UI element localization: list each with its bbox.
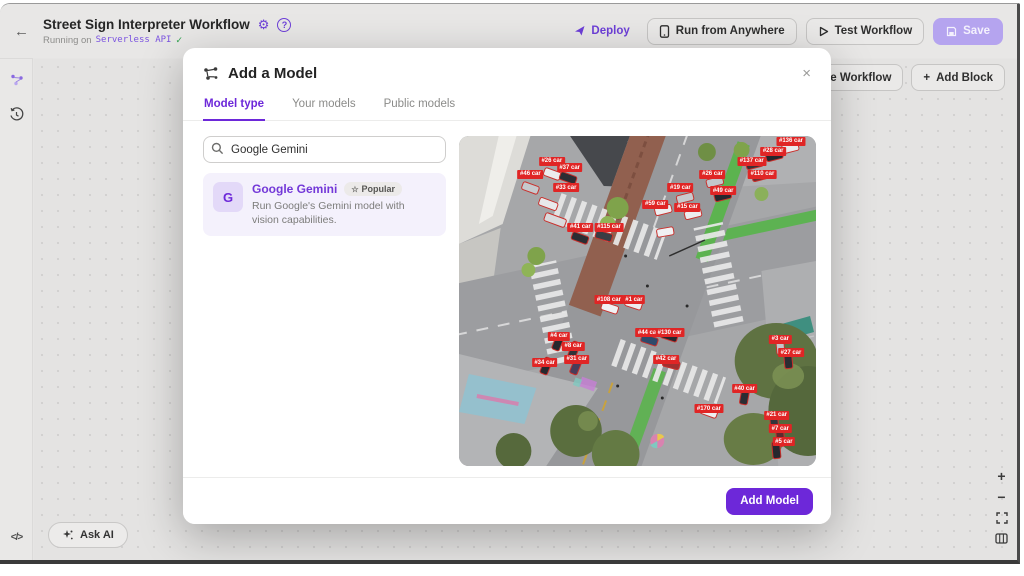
left-sidebar: </>	[0, 58, 33, 560]
deploy-button[interactable]: Deploy	[566, 19, 637, 43]
popular-badge-label: Popular	[361, 184, 396, 194]
workflow-status: Running on Serverless API ✓	[43, 35, 291, 46]
ask-ai-label: Ask AI	[80, 529, 114, 541]
model-search-column: G Google Gemini ☆ Popular Run Google's G…	[203, 136, 446, 466]
detection-label: #46 car	[517, 169, 544, 179]
save-icon	[947, 26, 957, 36]
add-model-modal: Add a Model × Model type Your models Pub…	[183, 48, 831, 524]
model-network-icon	[204, 66, 218, 80]
model-preview-image: #26 car #37 car #46 car #33 car #41 car #115 …	[459, 136, 816, 466]
workflow-title: Street Sign Interpreter Workflow	[43, 17, 250, 32]
deploy-label: Deploy	[591, 25, 630, 37]
zoom-out-button[interactable]: −	[997, 490, 1005, 504]
detection-label: #19 car	[667, 183, 694, 193]
test-workflow-label: Test Workflow	[834, 25, 913, 37]
detection-label: #41 car	[567, 222, 594, 232]
modal-body: G Google Gemini ☆ Popular Run Google's G…	[183, 121, 831, 466]
detection-label: #170 car	[694, 404, 724, 414]
add-model-button[interactable]: Add Model	[726, 487, 813, 515]
modal-footer: Add Model	[183, 477, 831, 524]
detection-label: #8 car	[562, 341, 585, 351]
star-icon: ☆	[351, 184, 359, 194]
add-block-label: Add Block	[936, 71, 993, 84]
run-from-anywhere-button[interactable]: Run from Anywhere	[646, 17, 797, 45]
detection-label: #42 car	[653, 354, 679, 364]
back-arrow-icon[interactable]: ←	[14, 23, 29, 40]
detection-label: #3 car	[769, 334, 792, 344]
detection-label: #137 car	[737, 156, 767, 166]
ask-ai-button[interactable]: Ask AI	[48, 522, 128, 548]
search-icon	[211, 142, 224, 155]
minimap-icon[interactable]	[995, 533, 1008, 544]
play-icon	[819, 26, 828, 36]
plus-icon: +	[923, 71, 931, 84]
detection-label: #31 car	[563, 354, 590, 364]
running-on-label: Running on	[43, 34, 92, 46]
paper-plane-icon	[575, 26, 585, 36]
tab-model-type[interactable]: Model type	[203, 92, 266, 121]
save-label: Save	[963, 25, 990, 37]
detection-label: #4 car	[547, 331, 571, 341]
close-icon[interactable]: ×	[802, 66, 811, 81]
header-actions: Deploy Run from Anywhere Test Workflow S…	[566, 17, 1003, 45]
model-description: Run Google's Gemini model with vision ca…	[252, 200, 405, 227]
settings-gear-icon[interactable]: ⚙	[258, 17, 270, 33]
detection-label: #110 car	[748, 169, 777, 179]
history-icon[interactable]	[0, 99, 33, 129]
detection-label: #115 car	[594, 222, 624, 232]
detection-label: #108 car	[594, 295, 624, 305]
model-avatar: G	[213, 182, 243, 212]
phone-icon	[659, 24, 669, 38]
zoom-controls: + −	[995, 469, 1008, 544]
detection-label: #34 car	[531, 358, 558, 367]
modal-title: Add a Model	[228, 65, 318, 82]
detection-label: #136 car	[776, 136, 806, 146]
model-name: Google Gemini	[252, 182, 338, 196]
detection-label: #27 car	[778, 348, 804, 358]
tab-your-models[interactable]: Your models	[291, 92, 357, 120]
detection-label: #130 car	[655, 328, 685, 338]
detection-label: #40 car	[731, 384, 758, 394]
status-check-icon: ✓	[175, 34, 184, 45]
detection-label: #15 car	[674, 202, 701, 212]
modal-header: Add a Model ×	[183, 48, 831, 92]
workflow-title-block: Street Sign Interpreter Workflow ⚙ ? Run…	[43, 17, 292, 46]
add-block-button[interactable]: + Add Block	[911, 64, 1005, 91]
sparkle-icon	[63, 530, 73, 540]
zoom-in-button[interactable]: +	[997, 469, 1005, 483]
run-from-anywhere-label: Run from Anywhere	[675, 25, 785, 37]
detection-label: #28 car	[760, 146, 786, 156]
detection-label: #59 car	[642, 199, 669, 209]
detection-label: #7 car	[769, 424, 792, 433]
modal-tabs: Model type Your models Public models	[183, 92, 831, 121]
save-button[interactable]: Save	[933, 17, 1003, 45]
runtime-label[interactable]: Serverless API	[96, 35, 172, 45]
model-result-google-gemini[interactable]: G Google Gemini ☆ Popular Run Google's G…	[203, 173, 446, 237]
detection-label: #26 car	[699, 169, 726, 179]
tab-public-models[interactable]: Public models	[383, 92, 457, 120]
code-icon[interactable]: </>	[0, 522, 33, 552]
search-input[interactable]	[203, 136, 446, 163]
test-workflow-button[interactable]: Test Workflow	[805, 17, 925, 45]
preview-detections: #26 car #37 car #46 car #33 car #41 car #115 …	[459, 136, 816, 466]
fit-view-icon[interactable]	[995, 512, 1008, 524]
app-window: ← Street Sign Interpreter Workflow ⚙ ? R…	[0, 3, 1020, 564]
detection-label: #5 car	[772, 437, 796, 447]
detection-label: #37 car	[556, 163, 583, 173]
detection-label: #49 car	[710, 186, 737, 196]
detection-label: #1 car	[622, 295, 646, 305]
detection-label: #33 car	[553, 183, 579, 193]
workflow-graph-icon[interactable]	[0, 65, 33, 95]
popular-badge: ☆ Popular	[344, 182, 403, 196]
help-icon[interactable]: ?	[277, 17, 292, 32]
detection-label: #21 car	[763, 410, 790, 420]
